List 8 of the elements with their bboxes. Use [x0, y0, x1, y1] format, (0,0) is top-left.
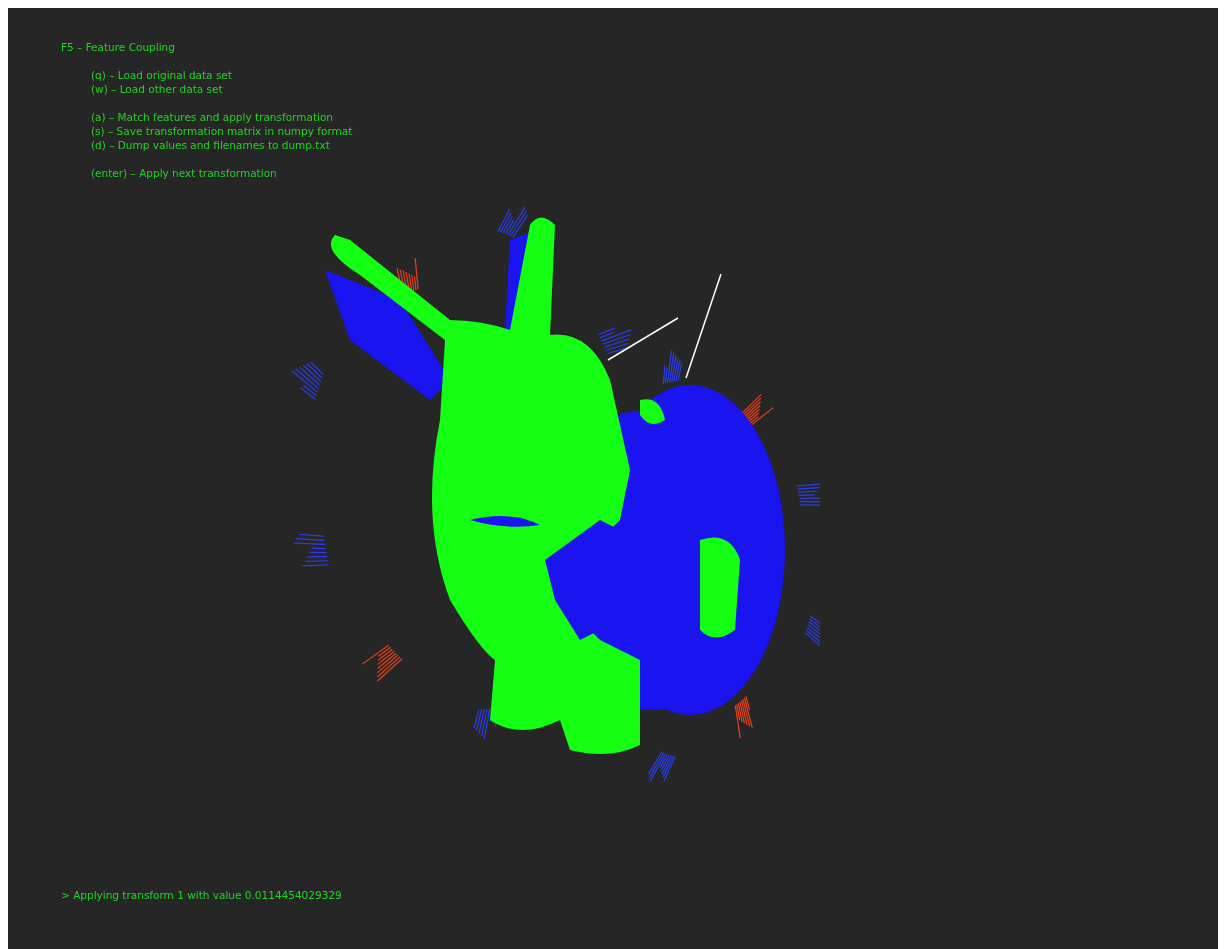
shortcut-hint: (a) – Match features and apply transformation: [91, 110, 334, 124]
shortcut-hint: (enter) – Apply next transformation: [91, 166, 278, 180]
shortcut-hint: (d) – Dump values and filenames to dump.txt: [91, 138, 331, 152]
shortcut-hint: (q) – Load original data set: [91, 68, 233, 82]
help-title: F5 – Feature Coupling: [61, 40, 176, 54]
shortcut-hint: (w) – Load other data set: [91, 82, 224, 96]
status-message: > Applying transform 1 with value 0.0114454029329: [61, 889, 342, 901]
shortcut-hint: (s) – Save transformation matrix in numpy format: [91, 124, 353, 138]
